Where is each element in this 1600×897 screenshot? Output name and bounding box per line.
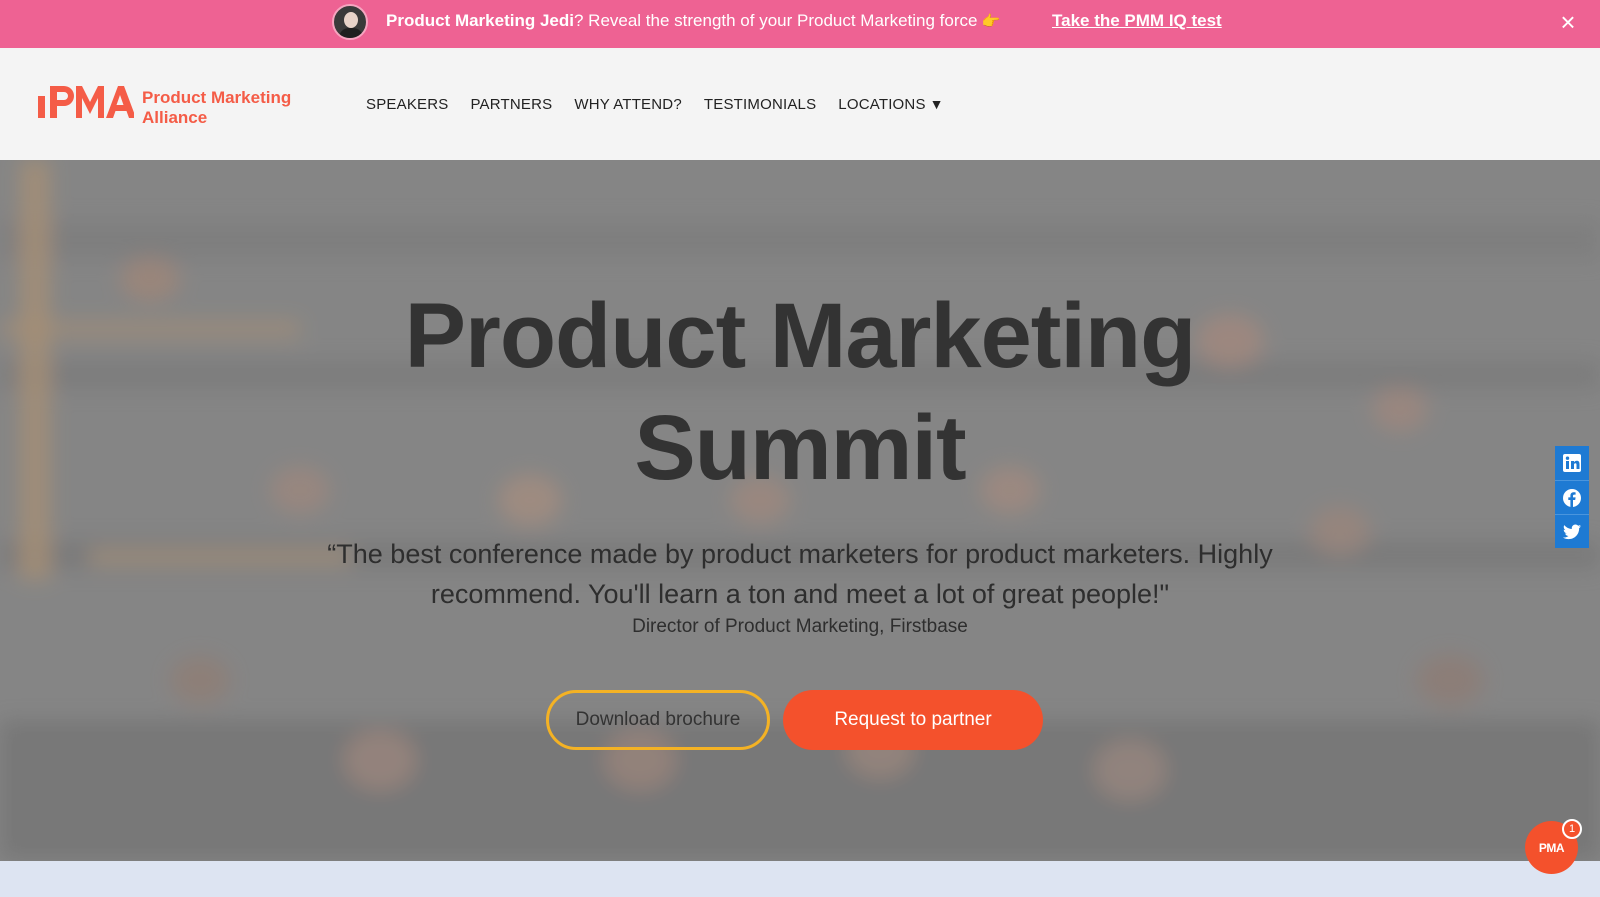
title-line1: Product Marketing — [404, 285, 1197, 387]
nav-testimonials[interactable]: TESTIMONIALS — [704, 96, 816, 113]
page-title: Product Marketing Summit — [200, 280, 1400, 504]
caret-down-icon: ▼ — [929, 96, 944, 112]
close-icon[interactable]: × — [1555, 9, 1581, 35]
site-header: Product Marketing Alliance SPEAKERS PART… — [0, 48, 1600, 160]
next-section-strip — [0, 861, 1600, 897]
logo-wordmark: Product Marketing Alliance — [142, 88, 291, 128]
notification-badge: 1 — [1562, 819, 1582, 839]
announcement-bar: Product Marketing Jedi? Reveal the stren… — [0, 0, 1600, 48]
quote-line2: recommend. You'll learn a ton and meet a… — [430, 579, 1170, 609]
announcement-text: Product Marketing Jedi? Reveal the stren… — [386, 11, 1000, 31]
chat-launcher-button[interactable]: PMA 1 — [1525, 819, 1582, 874]
request-to-partner-button[interactable]: Request to partner — [783, 690, 1043, 750]
title-line2: Summit — [634, 397, 966, 499]
main-nav: SPEAKERS PARTNERS WHY ATTEND? TESTIMONIA… — [366, 96, 966, 113]
logo[interactable]: Product Marketing Alliance — [38, 82, 318, 132]
testimonial-quote: “The best conference made by product mar… — [240, 534, 1360, 614]
quote-line1: “The best conference made by product mar… — [327, 539, 1273, 569]
nav-why-attend[interactable]: WHY ATTEND? — [574, 96, 682, 113]
avatar — [332, 4, 368, 40]
logo-name-line1: Product Marketing — [142, 88, 292, 107]
hero-section: Product Marketing Summit “The best confe… — [0, 160, 1600, 861]
announcement-bold-text: Product Marketing Jedi — [386, 11, 574, 30]
linkedin-icon[interactable] — [1555, 446, 1589, 480]
facebook-icon[interactable] — [1555, 480, 1589, 514]
nav-locations-label: LOCATIONS — [838, 96, 926, 113]
pma-logo-mark — [38, 86, 134, 118]
announcement-body-text: ? Reveal the strength of your Product Ma… — [573, 11, 978, 30]
social-share-rail — [1555, 446, 1589, 548]
nav-locations[interactable]: LOCATIONS ▼ — [838, 96, 943, 113]
pmm-iq-test-link[interactable]: Take the PMM IQ test — [1052, 11, 1222, 31]
pointing-hand-icon: 👉 — [981, 13, 1001, 30]
testimonial-attribution: Director of Product Marketing, Firstbase — [632, 616, 968, 637]
logo-name-line2: Alliance — [142, 108, 208, 127]
download-brochure-button[interactable]: Download brochure — [546, 690, 770, 750]
nav-speakers[interactable]: SPEAKERS — [366, 96, 448, 113]
chat-logo: PMA — [1538, 840, 1565, 855]
hero-overlay — [0, 160, 1600, 861]
twitter-icon[interactable] — [1555, 514, 1589, 548]
nav-partners[interactable]: PARTNERS — [470, 96, 552, 113]
